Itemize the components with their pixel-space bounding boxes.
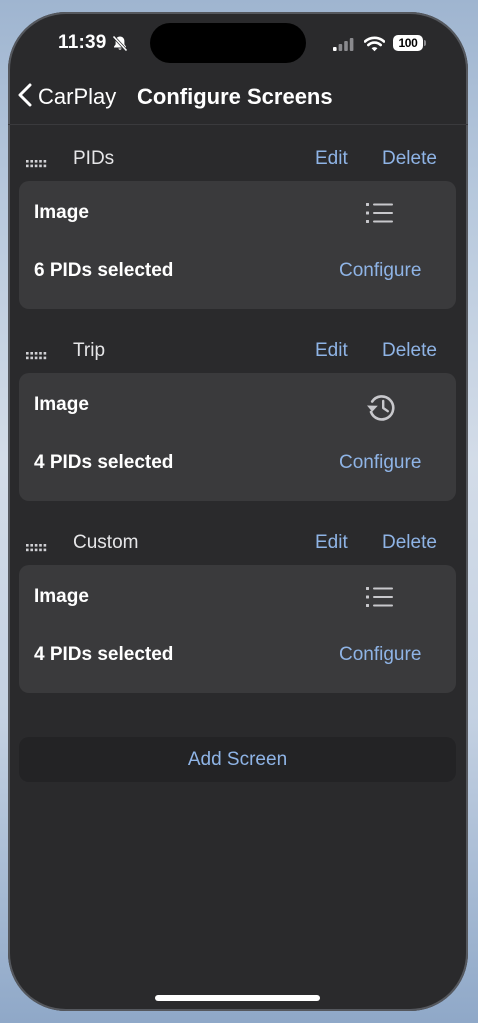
list-icon[interactable] [364,583,396,616]
battery-tip [424,40,426,46]
edit-button[interactable]: Edit [315,340,348,362]
list-icon[interactable] [364,199,396,232]
configure-button[interactable]: Configure [339,452,421,474]
section-title: Custom [73,532,139,553]
configure-button[interactable]: Configure [339,644,421,666]
delete-button[interactable]: Delete [382,340,437,362]
image-label: Image [34,586,89,607]
configure-button[interactable]: Configure [339,260,421,282]
back-label: CarPlay [38,84,117,109]
edit-button[interactable]: Edit [315,532,348,554]
screen-card-trip: Image 4 PIDs selected Configure [19,373,456,501]
status-time: 11:39 [58,32,107,53]
chevron-left-icon [18,83,32,112]
section-header-custom: Custom Edit Delete [8,526,468,560]
drag-handle-icon[interactable] [26,155,48,173]
image-label: Image [34,394,89,415]
dynamic-island [150,23,306,63]
screen-card-pids: Image 6 PIDs selected Configure [19,181,456,309]
pids-selected-text: 4 PIDs selected [34,644,174,665]
drag-handle-icon[interactable] [26,539,48,557]
page-title: Configure Screens [137,84,333,109]
history-icon[interactable] [364,391,398,428]
screen-card-custom: Image 4 PIDs selected Configure [19,565,456,693]
phone-screen: 11:39 100 CarPlay Configure Screens PIDs… [8,12,468,1011]
section-header-trip: Trip Edit Delete [8,334,468,368]
status-bar: 11:39 100 [8,12,468,72]
silent-bell-icon [112,35,128,57]
pids-selected-text: 6 PIDs selected [34,260,174,281]
drag-handle-icon[interactable] [26,347,48,365]
pids-selected-text: 4 PIDs selected [34,452,174,473]
home-indicator[interactable] [155,995,320,1001]
image-label: Image [34,202,89,223]
delete-button[interactable]: Delete [382,148,437,170]
section-header-pids: PIDs Edit Delete [8,142,468,176]
battery-indicator: 100 [393,35,423,51]
signal-icon [333,38,355,56]
section-title: PIDs [73,148,115,169]
navigation-bar: CarPlay Configure Screens [8,72,468,125]
section-title: Trip [73,340,106,361]
edit-button[interactable]: Edit [315,148,348,170]
wifi-icon [363,36,386,57]
back-button[interactable]: CarPlay [18,80,116,114]
add-screen-button[interactable]: Add Screen [19,737,456,782]
delete-button[interactable]: Delete [382,532,437,554]
